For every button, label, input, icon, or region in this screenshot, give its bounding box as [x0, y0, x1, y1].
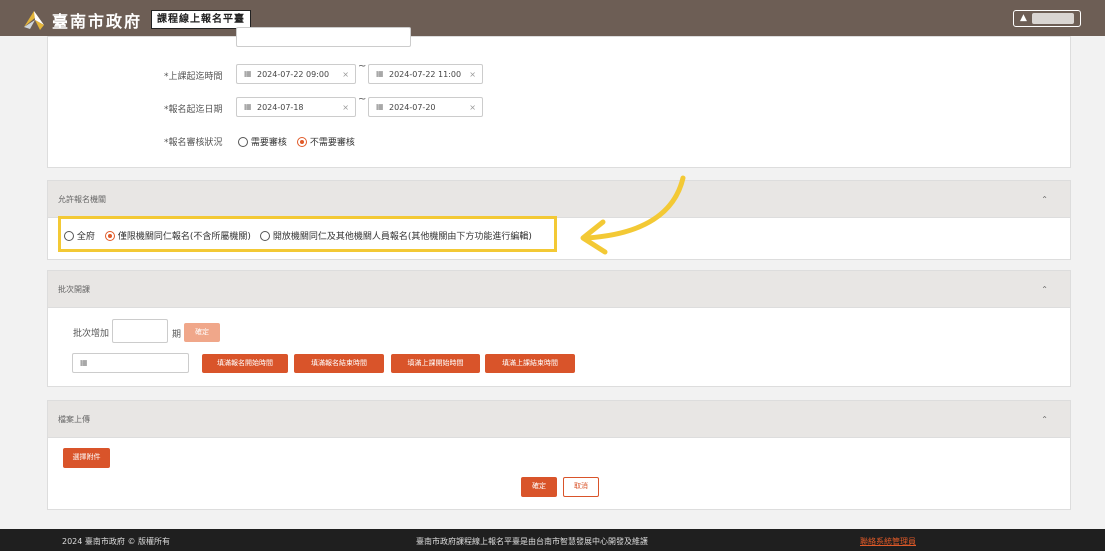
submit-button[interactable]: 確定: [521, 477, 557, 497]
signup-end-input[interactable]: ▦ 2024-07-20 ×: [368, 97, 483, 117]
clear-icon[interactable]: ×: [469, 103, 476, 112]
allowed-orgs-header[interactable]: 允許報名機關 ⌃: [48, 181, 1070, 218]
fill-signup-start-button[interactable]: 填滿報名開始時間: [202, 354, 288, 373]
class-start-input[interactable]: ▦ 2024-07-22 09:00 ×: [236, 64, 356, 84]
clear-icon[interactable]: ×: [469, 70, 476, 79]
calendar-icon: ▦: [244, 69, 252, 78]
signup-date-label: *報名起迄日期: [164, 105, 223, 115]
clear-icon[interactable]: ×: [342, 103, 349, 112]
class-time-label: *上課起迄時間: [164, 72, 223, 82]
calendar-icon: ▦: [376, 69, 384, 78]
review-option-not-required[interactable]: 不需要審核: [297, 135, 355, 148]
batch-add-label: 批次增加: [73, 329, 110, 339]
chevron-up-icon[interactable]: ⌃: [1041, 415, 1048, 424]
fill-class-start-button[interactable]: 填滿上課開始時間: [391, 354, 480, 373]
footer-credit: 臺南市政府課程線上報名平臺是由台南市智慧發展中心開發及維護: [416, 537, 648, 546]
footer-copyright: 2024 臺南市政府 © 版權所有: [62, 537, 170, 546]
top-header: 臺南市政府 課程線上報名平臺 ▲: [0, 0, 1105, 36]
batch-panel: 批次開課 ⌃ 批次增加 期 確定 ▦ 填滿報名開始時間 填滿報名結束時間 填滿上…: [47, 270, 1071, 387]
clear-icon[interactable]: ×: [342, 70, 349, 79]
date-input-partial[interactable]: [236, 27, 411, 47]
platform-badge: 課程線上報名平臺: [151, 10, 251, 29]
user-icon: ▲: [1020, 13, 1027, 23]
chevron-up-icon[interactable]: ⌃: [1041, 195, 1048, 204]
fill-class-end-button[interactable]: 填滿上課結束時間: [485, 354, 575, 373]
course-settings-panel: *上課起迄時間 ▦ 2024-07-22 09:00 × ~ ▦ 2024-07…: [47, 27, 1071, 168]
batch-header[interactable]: 批次開課 ⌃: [48, 271, 1070, 308]
cancel-button[interactable]: 取消: [563, 477, 599, 497]
fill-signup-end-button[interactable]: 填滿報名結束時間: [294, 354, 384, 373]
site-title[interactable]: 臺南市政府: [52, 8, 142, 32]
radio-selected-icon[interactable]: [297, 137, 307, 147]
upload-panel: 檔案上傳 ⌃ 選擇附件 確定 取消: [47, 400, 1071, 510]
review-option-required[interactable]: 需要審核: [238, 135, 287, 148]
batch-date-input[interactable]: ▦: [72, 353, 189, 373]
batch-count-input[interactable]: [112, 319, 168, 343]
calendar-icon: ▦: [80, 358, 88, 367]
contact-admin-link[interactable]: 聯絡系統管理員: [860, 536, 916, 547]
user-menu-button[interactable]: ▲: [1013, 10, 1081, 27]
annotation-highlight-box: [58, 216, 557, 252]
radio-icon[interactable]: [238, 137, 248, 147]
tainan-logo-icon[interactable]: [22, 7, 46, 31]
calendar-icon: ▦: [376, 102, 384, 111]
batch-confirm-button[interactable]: 確定: [184, 323, 220, 342]
page-footer: 2024 臺南市政府 © 版權所有 臺南市政府課程線上報名平臺是由台南市智慧發展…: [0, 529, 1105, 551]
upload-header[interactable]: 檔案上傳 ⌃: [48, 401, 1070, 438]
chevron-up-icon[interactable]: ⌃: [1041, 285, 1048, 294]
signup-start-input[interactable]: ▦ 2024-07-18 ×: [236, 97, 356, 117]
batch-unit-label: 期: [172, 330, 182, 340]
user-name-redacted: [1032, 13, 1074, 24]
calendar-icon: ▦: [244, 102, 252, 111]
select-attachment-button[interactable]: 選擇附件: [63, 448, 110, 468]
class-end-input[interactable]: ▦ 2024-07-22 11:00 ×: [368, 64, 483, 84]
review-status-label: *報名審核狀況: [164, 138, 223, 148]
annotation-arrow-icon: [580, 175, 686, 255]
